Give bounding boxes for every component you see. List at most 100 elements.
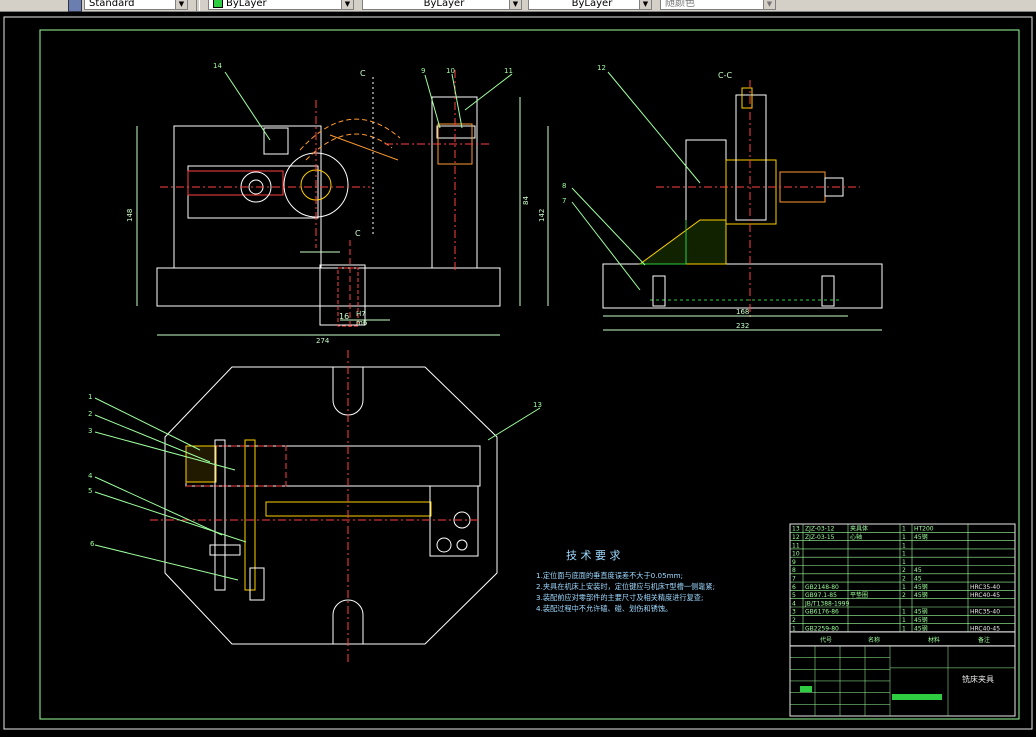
layer-color-value: ByLayer bbox=[226, 0, 267, 9]
tech-line-1: 1.定位面与底面的垂直度误差不大于0.05mm; bbox=[536, 571, 683, 580]
drawing-frame bbox=[39, 29, 1020, 720]
properties-toolbar: Standard ▼ ByLayer ▼ ByLayer ▼ ByLayer ▼ 随颜色… bbox=[0, 0, 1036, 12]
dimension-texts: C-C C C 16 H7 m6 274 148 84 142 168 232 bbox=[126, 69, 749, 345]
lineweight-combo[interactable]: ByLayer ▼ bbox=[528, 0, 652, 10]
linetype-combo[interactable]: ByLayer ▼ bbox=[362, 0, 522, 10]
drawing-title: 铣床夹具 bbox=[962, 674, 994, 684]
bom-cell: 1 bbox=[902, 542, 906, 549]
bom-cell: JB/T1388-1999 bbox=[804, 600, 849, 607]
callout-3: 3 bbox=[88, 427, 92, 435]
chevron-down-icon: ▼ bbox=[763, 0, 775, 9]
dim-148: 148 bbox=[126, 209, 134, 222]
bom-header-cell: 代号 bbox=[820, 636, 832, 644]
title-block-fill bbox=[800, 686, 812, 692]
tech-line-3: 3.装配前应对零部件的主要尺寸及相关精度进行复查; bbox=[536, 593, 703, 602]
bom-cell: ZJZ-03-12 bbox=[805, 526, 835, 533]
callout-9: 9 bbox=[421, 67, 425, 75]
bom-cell: 45钢 bbox=[914, 533, 928, 541]
bom-cell: 1 bbox=[792, 625, 796, 632]
bom-cell: GB6176-86 bbox=[805, 609, 839, 616]
top-view bbox=[94, 350, 541, 665]
bom-cell: 45钢 bbox=[914, 591, 928, 599]
bom-cell: 1 bbox=[902, 617, 906, 624]
bom-cell: 1 bbox=[902, 559, 906, 566]
bom-cell: 45钢 bbox=[914, 616, 928, 624]
callout-8: 8 bbox=[562, 182, 566, 190]
tech-requirements: 技 术 要 求 1.定位面与底面的垂直度误差不大于0.05mm; 2.夹具在机床… bbox=[536, 549, 715, 613]
bom-cell: HT200 bbox=[914, 526, 934, 533]
chevron-down-icon: ▼ bbox=[509, 0, 521, 9]
callout-12: 12 bbox=[597, 64, 606, 72]
chevron-down-icon: ▼ bbox=[175, 0, 187, 9]
color-swatch-icon bbox=[213, 0, 223, 8]
bom-cell: 心轴 bbox=[850, 533, 862, 541]
callout-10: 10 bbox=[446, 67, 455, 75]
dim-142: 142 bbox=[538, 209, 546, 222]
text-style-icon[interactable] bbox=[68, 0, 82, 12]
bom-cell: 1 bbox=[902, 609, 906, 616]
bom-table: 13 ZJZ-03-12 夹具体 1 HT20012 ZJZ-03-15 心轴 1 45钢11 1… bbox=[789, 523, 1016, 717]
bom-cell: 3 bbox=[792, 609, 796, 616]
bom-cell: HRC40-45 bbox=[970, 625, 1000, 632]
bom-cell: 4 bbox=[792, 600, 796, 607]
callout-5: 5 bbox=[88, 487, 92, 495]
bom-cell: 5 bbox=[792, 592, 796, 599]
dim-84: 84 bbox=[522, 196, 530, 205]
bom-cell: 8 bbox=[792, 567, 796, 574]
bom-cell: 1 bbox=[902, 534, 906, 541]
bom-cell: 1 bbox=[902, 625, 906, 632]
section-mark-bottom: C bbox=[355, 229, 361, 238]
bom-header-cell: 材料 bbox=[928, 636, 940, 644]
bom-cell: 平垫圈 bbox=[850, 591, 868, 599]
bom-cell: GB2148-80 bbox=[805, 584, 839, 591]
front-view bbox=[136, 70, 521, 336]
drawing-canvas[interactable]: 1 2 3 4 5 6 7 8 9 10 11 12 13 14 C-C C C… bbox=[0, 12, 1036, 737]
tech-line-2: 2.夹具在机床上安装时，定位键应与机床T型槽一侧靠紧; bbox=[536, 582, 715, 591]
bom-header-cell: 备注 bbox=[978, 636, 990, 644]
bom-cell: 2 bbox=[902, 567, 906, 574]
title-block-fill bbox=[892, 694, 942, 700]
bom-cell: 11 bbox=[792, 542, 800, 549]
fit-size: 16 bbox=[339, 312, 349, 321]
fit-tolerance-upper: H7 bbox=[356, 310, 366, 318]
section-mark-top: C bbox=[360, 69, 366, 78]
bom-cell: 2 bbox=[902, 576, 906, 583]
bom-cell: 1 bbox=[902, 551, 906, 558]
callout-1: 1 bbox=[88, 393, 92, 401]
callout-11: 11 bbox=[504, 67, 513, 75]
fit-tolerance-lower: m6 bbox=[356, 319, 368, 327]
chevron-down-icon: ▼ bbox=[639, 0, 651, 9]
bom-cell: 2 bbox=[902, 592, 906, 599]
side-view-section bbox=[547, 71, 883, 331]
callout-4: 4 bbox=[88, 472, 93, 480]
toolbar-separator bbox=[196, 0, 200, 11]
bom-cell: 1 bbox=[902, 526, 906, 533]
section-view-label: C-C bbox=[718, 71, 732, 80]
text-style-value: Standard bbox=[89, 0, 135, 9]
bom-cell: 45钢 bbox=[914, 608, 928, 616]
bom-cell: HRC35-40 bbox=[970, 584, 1000, 591]
bom-cell: 12 bbox=[792, 534, 800, 541]
bom-cell: 45 bbox=[914, 576, 922, 583]
bom-cell: 6 bbox=[792, 584, 796, 591]
bom-cell: GB2259-80 bbox=[805, 625, 839, 632]
bom-cell: HRC40-45 bbox=[970, 592, 1000, 599]
dim-274: 274 bbox=[316, 337, 330, 345]
sheet-border bbox=[3, 16, 1033, 730]
bom-cell: 夹具体 bbox=[850, 525, 868, 533]
bom-cell: GB97.1-85 bbox=[805, 592, 837, 599]
lineweight-value: ByLayer bbox=[571, 0, 613, 9]
bom-cell: 45钢 bbox=[914, 583, 928, 591]
bom-cell: 45 bbox=[914, 567, 922, 574]
bom-cell: 45钢 bbox=[914, 624, 928, 632]
bom-cell: 7 bbox=[792, 576, 796, 583]
bom-cell: 9 bbox=[792, 559, 796, 566]
dim-232: 232 bbox=[736, 322, 749, 330]
bom-cell: ZJZ-03-15 bbox=[805, 534, 835, 541]
layer-color-combo[interactable]: ByLayer ▼ bbox=[208, 0, 354, 10]
bom-header-cell: 名称 bbox=[868, 636, 880, 644]
plotstyle-value: 随颜色 bbox=[665, 0, 695, 9]
text-style-combo[interactable]: Standard ▼ bbox=[84, 0, 188, 10]
plotstyle-combo[interactable]: 随颜色 ▼ bbox=[660, 0, 776, 10]
tech-line-4: 4.装配过程中不允许磕、碰、划伤和锈蚀。 bbox=[536, 604, 672, 613]
